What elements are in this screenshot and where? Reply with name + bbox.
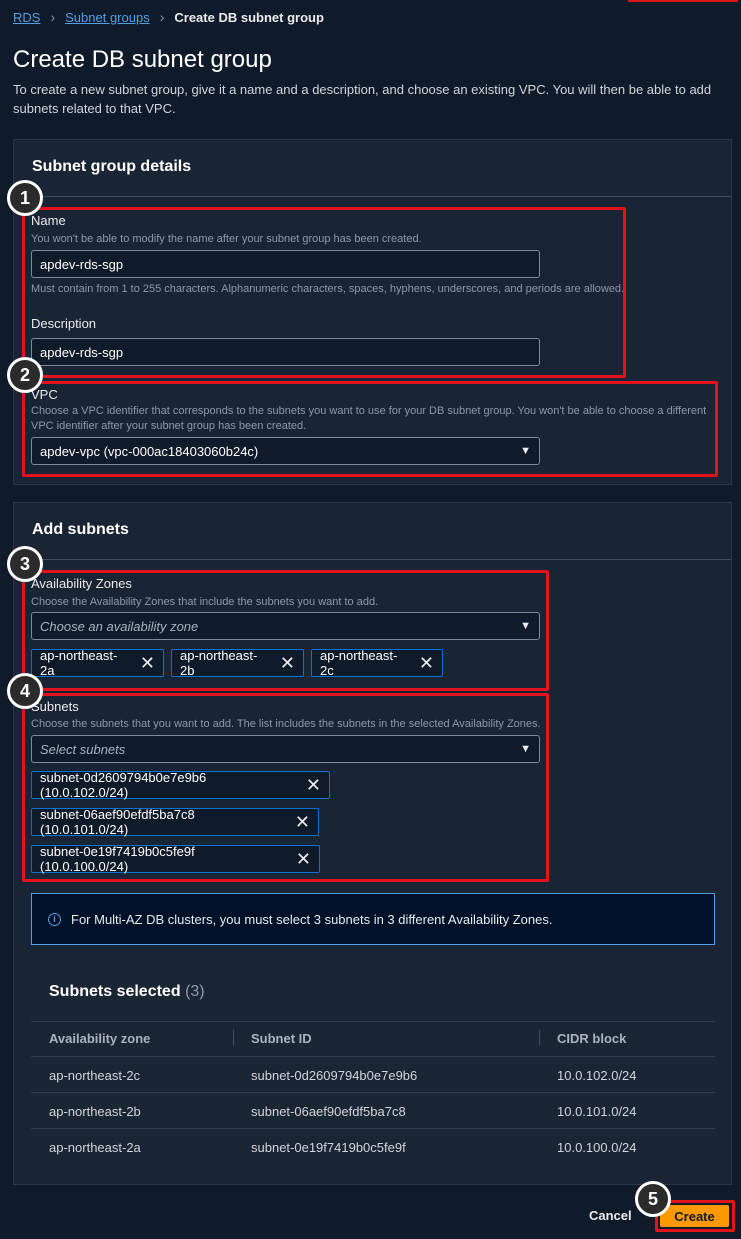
annotation-badge-5: 5 xyxy=(635,1181,671,1217)
subnets-selected-title: Subnets selected (3) xyxy=(49,983,205,1001)
info-alert-text: For Multi-AZ DB clusters, you must selec… xyxy=(71,911,553,927)
annotation-box-vpc xyxy=(22,381,718,477)
panel-divider xyxy=(14,196,731,197)
chevron-right-icon: › xyxy=(50,9,56,25)
table-row-divider xyxy=(31,1092,715,1093)
page-title: Create DB subnet group xyxy=(13,46,272,73)
annotation-box-name-description xyxy=(22,207,626,378)
annotation-badge-2: 2 xyxy=(7,357,43,393)
panel-divider xyxy=(14,559,731,560)
multi-az-info-alert: i For Multi-AZ DB clusters, you must sel… xyxy=(31,893,715,945)
column-header-cidr-block[interactable]: CIDR block xyxy=(557,1031,626,1046)
row-subnet-id: subnet-0d2609794b0e7e9b6 xyxy=(251,1068,418,1083)
breadcrumb-subnet-groups-link[interactable]: Subnet groups xyxy=(65,10,150,25)
row-subnet-id: subnet-0e19f7419b0c5fe9f xyxy=(251,1140,406,1155)
row-cidr-block: 10.0.101.0/24 xyxy=(557,1104,637,1119)
column-header-subnet-id[interactable]: Subnet ID xyxy=(251,1031,312,1046)
column-separator xyxy=(539,1030,540,1046)
column-header-availability-zone[interactable]: Availability zone xyxy=(49,1031,150,1046)
annotation-box-subnets xyxy=(22,693,549,882)
annotation-box-availability-zones xyxy=(22,570,549,691)
row-availability-zone: ap-northeast-2c xyxy=(49,1068,141,1083)
breadcrumb-rds-link[interactable]: RDS xyxy=(13,10,40,25)
cancel-button[interactable]: Cancel xyxy=(589,1208,632,1223)
annotation-badge-3: 3 xyxy=(7,546,43,582)
chevron-right-icon: › xyxy=(159,9,165,25)
add-subnets-title: Add subnets xyxy=(32,521,129,538)
row-availability-zone: ap-northeast-2b xyxy=(49,1104,141,1119)
table-divider xyxy=(31,1021,715,1022)
row-cidr-block: 10.0.100.0/24 xyxy=(557,1140,637,1155)
subnets-selected-count: (3) xyxy=(185,983,205,1000)
annotation-badge-1: 1 xyxy=(7,180,43,216)
subnets-selected-title-text: Subnets selected xyxy=(49,983,181,1000)
annotation-badge-4: 4 xyxy=(7,673,43,709)
table-divider xyxy=(31,1056,715,1057)
row-cidr-block: 10.0.102.0/24 xyxy=(557,1068,637,1083)
column-separator xyxy=(233,1030,234,1046)
subnet-group-details-title: Subnet group details xyxy=(32,158,192,175)
breadcrumb: RDS › Subnet groups › Create DB subnet g… xyxy=(13,9,324,25)
breadcrumb-current: Create DB subnet group xyxy=(174,9,324,25)
subnets-selected-panel: Subnets selected (3) Availability zone S… xyxy=(31,964,715,1165)
page-intro: To create a new subnet group, give it a … xyxy=(13,82,712,116)
table-row-divider xyxy=(31,1128,715,1129)
row-availability-zone: ap-northeast-2a xyxy=(49,1140,141,1155)
row-subnet-id: subnet-06aef90efdf5ba7c8 xyxy=(251,1104,406,1119)
info-icon: i xyxy=(48,912,61,926)
top-highlight-bar xyxy=(628,0,738,2)
